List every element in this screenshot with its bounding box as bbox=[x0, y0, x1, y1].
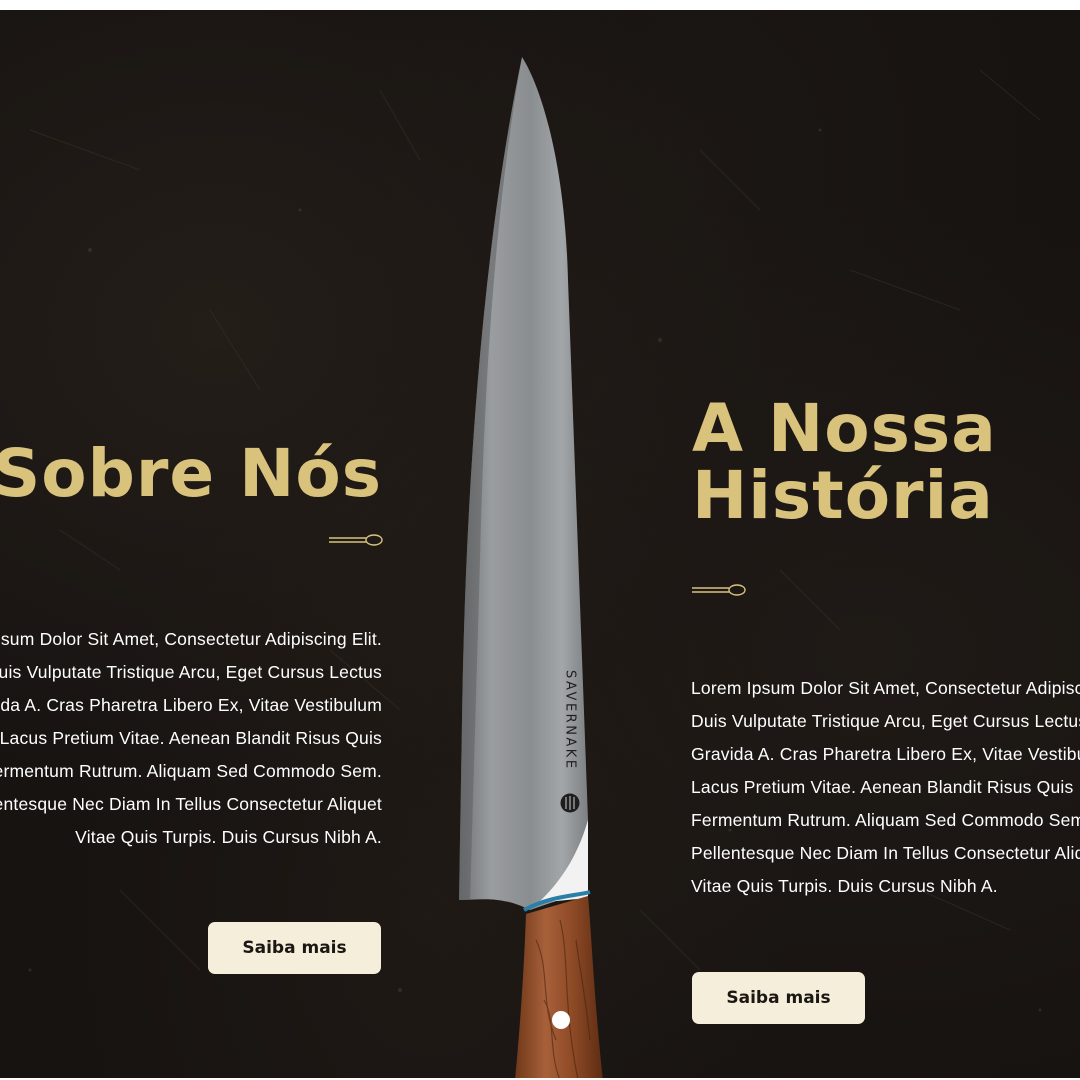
whisk-icon bbox=[329, 534, 383, 546]
history-heading: A Nossa História bbox=[692, 390, 997, 535]
knife-brand-text: SAVERNAKE bbox=[562, 670, 578, 771]
carousel-dot[interactable] bbox=[552, 1011, 570, 1029]
history-paragraph-line: Lacus Pretium Vitae. Aenean Blandit Risu… bbox=[691, 777, 1074, 797]
about-paragraph-line: Lacus Pretium Vitae. Aenean Blandit Risu… bbox=[0, 728, 382, 748]
about-paragraph-line: Pellentesque Nec Diam In Tellus Consecte… bbox=[0, 794, 382, 814]
knife-brand-engraving: SAVERNAKE bbox=[559, 670, 581, 820]
knife-image bbox=[459, 57, 603, 1078]
history-paragraph: Lorem Ipsum Dolor Sit Amet, Consectetur … bbox=[691, 672, 1080, 903]
about-paragraph-line: Fermentum Rutrum. Aliquam Sed Commodo Se… bbox=[0, 761, 382, 781]
history-paragraph-line: Gravida A. Cras Pharetra Libero Ex, Vita… bbox=[691, 744, 1080, 764]
history-paragraph-line: Vitae Quis Turpis. Duis Cursus Nibh A. bbox=[691, 876, 998, 896]
savernake-logo-icon bbox=[560, 793, 580, 813]
about-paragraph-line: Vitae Quis Turpis. Duis Cursus Nibh A. bbox=[75, 827, 382, 847]
about-paragraph-line: Gravida A. Cras Pharetra Libero Ex, Vita… bbox=[0, 695, 382, 715]
hero-banner: Sobre Nós Lorem Ipsum Dolor Sit Amet, Co… bbox=[0, 10, 1080, 1078]
about-paragraph-line: Lorem Ipsum Dolor Sit Amet, Consectetur … bbox=[0, 629, 382, 649]
whisk-icon bbox=[692, 584, 746, 596]
about-paragraph-line: Duis Vulputate Tristique Arcu, Eget Curs… bbox=[0, 662, 382, 682]
history-paragraph-line: Lorem Ipsum Dolor Sit Amet, Consectetur … bbox=[691, 678, 1080, 698]
about-paragraph: Lorem Ipsum Dolor Sit Amet, Consectetur … bbox=[0, 623, 382, 854]
about-learn-more-button[interactable]: Saiba mais bbox=[208, 922, 381, 974]
history-learn-more-button[interactable]: Saiba mais bbox=[692, 972, 865, 1024]
about-heading: Sobre Nós bbox=[0, 435, 382, 512]
history-paragraph-line: Pellentesque Nec Diam In Tellus Consecte… bbox=[691, 843, 1080, 863]
history-paragraph-line: Fermentum Rutrum. Aliquam Sed Commodo Se… bbox=[691, 810, 1080, 830]
history-paragraph-line: Duis Vulputate Tristique Arcu, Eget Curs… bbox=[691, 711, 1080, 731]
